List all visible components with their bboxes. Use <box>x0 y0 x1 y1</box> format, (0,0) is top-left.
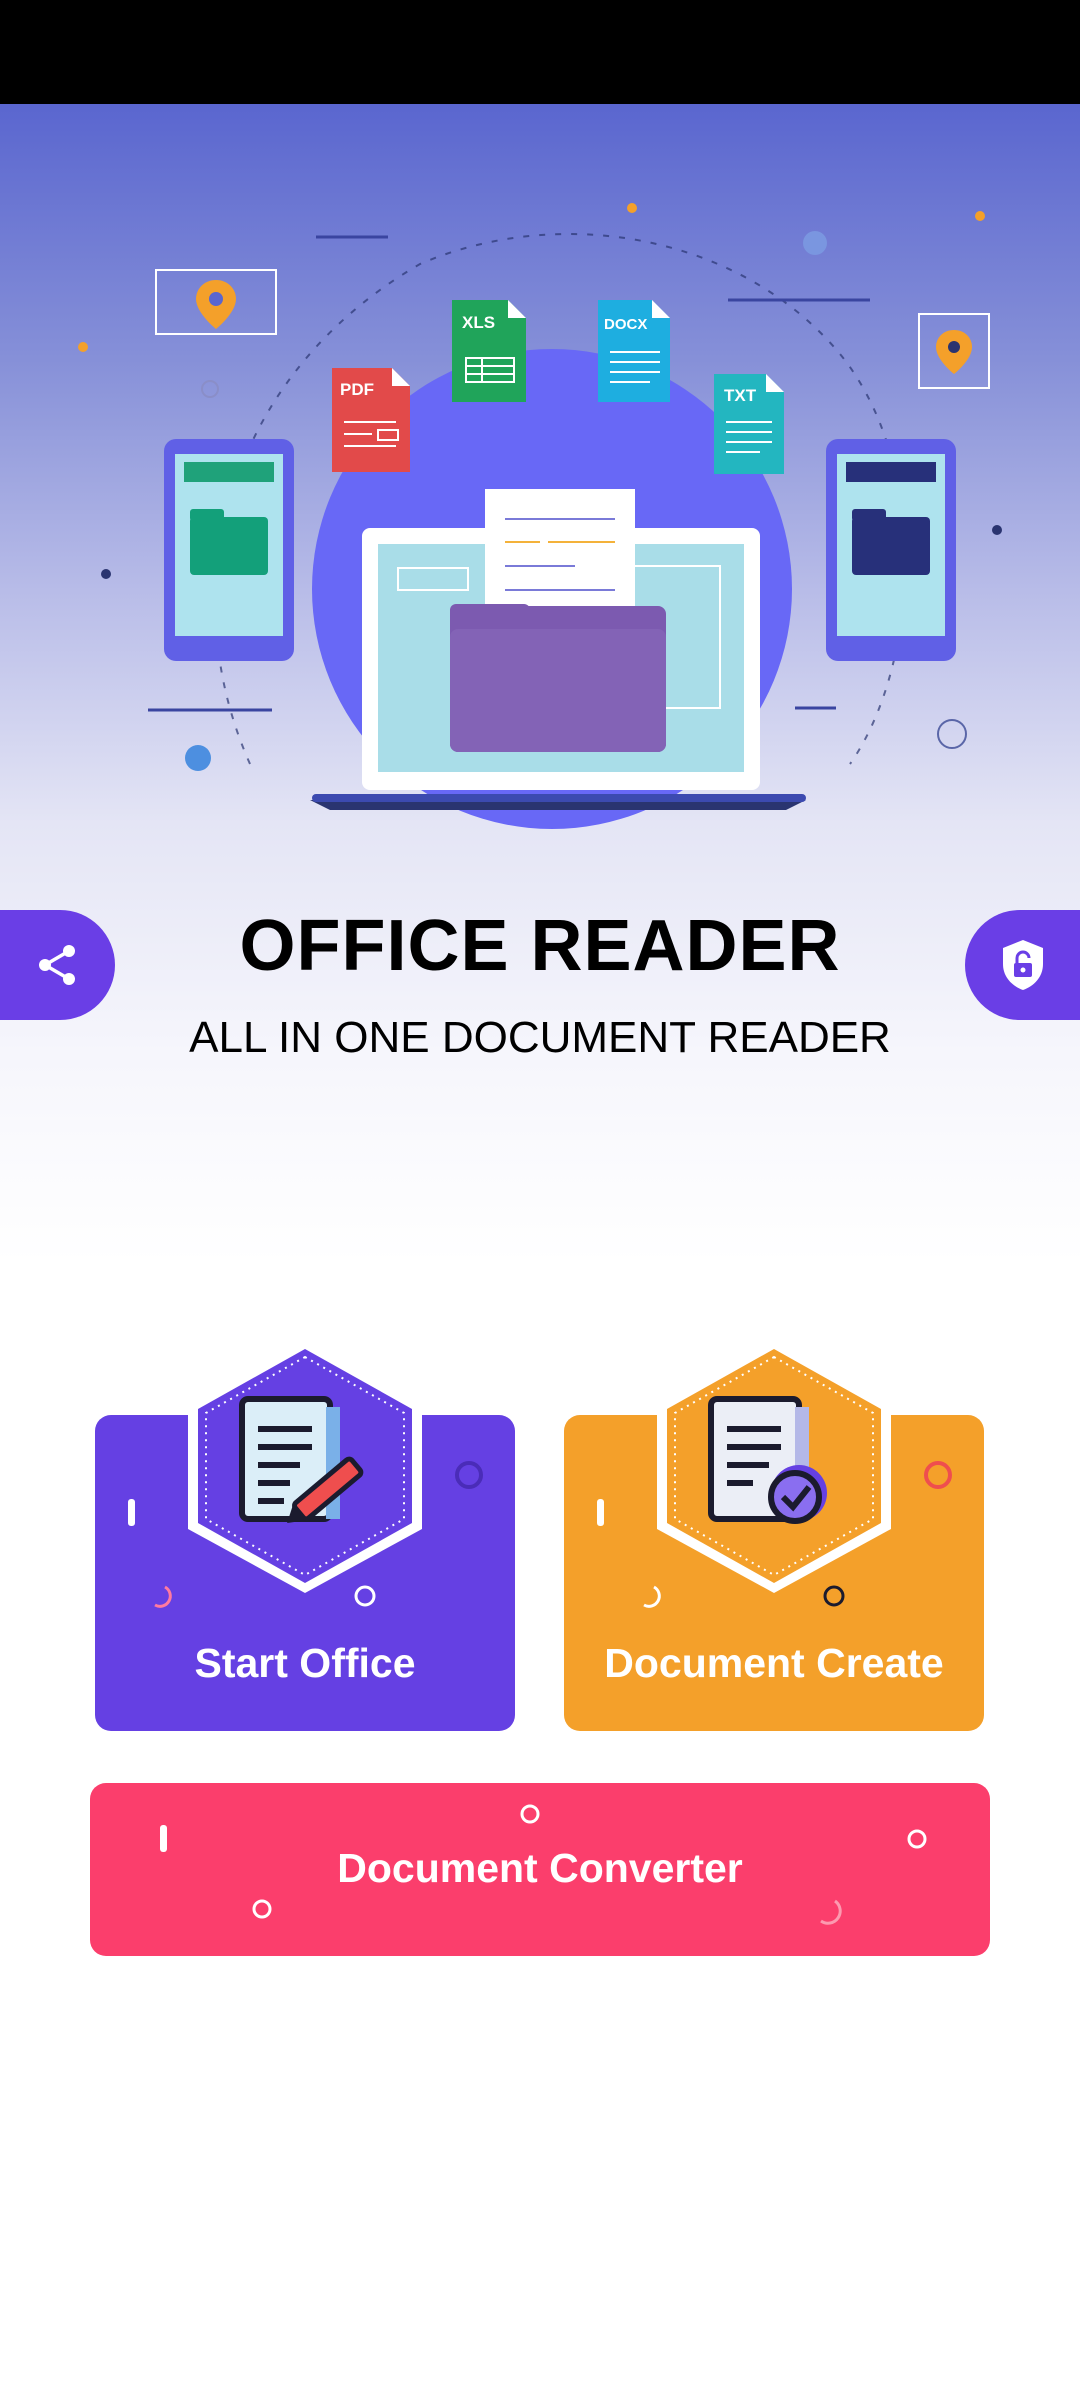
verified-document-icon <box>657 1339 891 1593</box>
app-title: OFFICE READER <box>239 906 841 986</box>
edit-document-icon <box>188 1339 422 1593</box>
start-office-card[interactable]: Start Office <box>95 1339 515 1731</box>
start-office-label: Start Office <box>194 1640 416 1686</box>
document-converter-label: Document Converter <box>337 1845 743 1891</box>
svg-text:TXT: TXT <box>724 386 757 405</box>
app-subtitle: ALL IN ONE DOCUMENT READER <box>189 1013 891 1062</box>
document-converter-button[interactable]: Document Converter <box>90 1783 990 1956</box>
status-bar <box>0 0 1080 104</box>
document-create-label: Document Create <box>604 1640 944 1686</box>
svg-text:PDF: PDF <box>340 380 374 399</box>
svg-text:DOCX: DOCX <box>604 316 647 333</box>
document-create-card[interactable]: Document Create <box>564 1339 984 1731</box>
hero-illustration: PDF XLS DOCX TXT <box>0 104 1080 1264</box>
svg-text:XLS: XLS <box>462 313 495 332</box>
